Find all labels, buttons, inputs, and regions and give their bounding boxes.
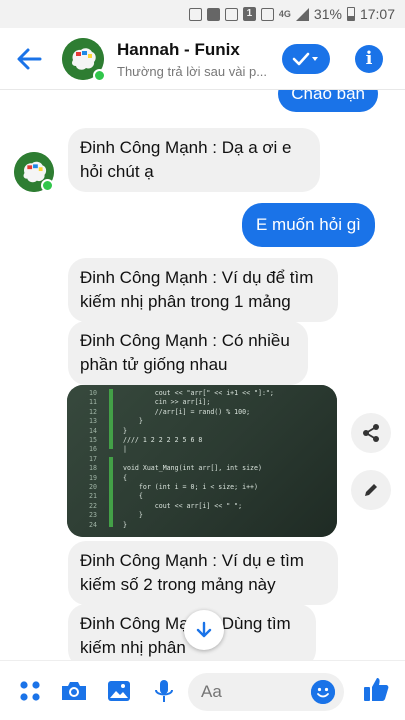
code-line-number: 23 [89,511,97,520]
share-button[interactable] [351,413,391,453]
check-dropdown-button[interactable] [282,44,330,74]
image-icon [108,681,130,701]
status-bar: 1 4G 31% 17:07 [0,0,405,28]
share-icon [363,424,379,442]
code-line-text: } [123,417,143,426]
code-line-number: 10 [89,389,97,397]
chat-header: Hannah - Funix Thường trả lời sau vài p.… [0,28,405,90]
code-line: 11 cin >> arr[i]; [89,398,274,407]
code-line: 21 { [89,492,274,501]
mute-icon [206,7,220,21]
thumbs-up-icon [364,678,389,701]
code-line-text: for (int i = 0; i < size; i++) [123,483,258,492]
code-line: 12 //arr[i] = rand() % 100; [89,408,274,417]
code-line: 22 cout << arr[i] << " "; [89,502,274,511]
code-line: 24} [89,521,274,530]
code-line-text: void Xuat_Mang(int arr[], int size) [123,464,262,473]
like-button[interactable] [362,675,390,703]
battery-percent: 31% [313,6,342,22]
message-outgoing[interactable]: Chào bạn [278,90,378,112]
more-actions-button[interactable] [16,677,44,705]
scroll-to-bottom-button[interactable] [184,610,224,650]
code-line: 17 [89,455,274,464]
code-line-text: //arr[i] = rand() % 100; [123,407,251,416]
camera-button[interactable] [60,677,88,705]
arrow-down-icon [196,621,212,638]
code-line-number: 21 [89,492,97,501]
contact-status: Thường trả lời sau vài p... [117,64,268,79]
online-status-dot [41,179,54,192]
emoji-button[interactable] [311,680,335,704]
code-lines: 10 cout << "arr[" << i+1 << "]:"; 11 cin … [89,389,274,530]
code-line: 14} [89,427,274,436]
code-line: 10 cout << "arr[" << i+1 << "]:"; [89,389,274,398]
code-line-text: { [123,492,143,501]
code-line: 18 void Xuat_Mang(int arr[], int size) [89,464,274,473]
battery-icon [346,7,355,21]
arrow-left-icon [17,48,42,70]
code-line: 23 } [89,511,274,520]
code-line-number: 22 [89,501,97,510]
code-line-number: 11 [89,398,97,407]
code-line-number: 20 [89,483,97,492]
checkmark-icon [292,52,318,66]
microphone-icon [155,680,173,702]
edit-button[interactable] [351,470,391,510]
code-line-number: 12 [89,407,97,416]
code-line-text: } [123,426,127,435]
code-line: 15 //// 1 2 2 2 2 5 6 8 [89,436,274,445]
clock: 17:07 [359,6,395,22]
code-line-number: 19 [89,473,97,482]
voice-button[interactable] [150,677,178,705]
code-line-number: 14 [89,426,97,435]
message-incoming[interactable]: Đinh Công Mạnh : Ví dụ e tìm kiếm số 2 t… [68,541,338,605]
code-line: 19 { [89,474,274,483]
code-line-number: 18 [89,464,97,473]
message-outgoing[interactable]: E muốn hỏi gì [242,203,375,247]
message-list[interactable]: Chào bạn Đinh Công Mạnh : Dạ a ơi e hỏi … [0,90,405,660]
code-line-text: } [123,520,127,529]
code-line-number: 16 [89,445,97,454]
code-screenshot-image[interactable]: 10 cout << "arr[" << i+1 << "]:"; 11 cin … [67,385,337,537]
code-line-number: 15 [89,436,97,445]
gallery-button[interactable] [105,677,133,705]
code-line-text: } [123,511,143,520]
composer-bar [0,660,405,720]
code-line-text: { [123,473,127,482]
notification-count-badge: 1 [242,7,256,21]
code-line-text: cin >> arr[i]; [123,398,211,407]
online-status-dot [93,69,106,82]
code-line-text: //// 1 2 2 2 2 5 6 8 [123,436,203,445]
code-line-text: cout << "arr[" << i+1 << "]:"; [123,389,274,397]
notification-icon [224,7,238,21]
camera-icon [62,682,86,700]
code-line: 20 for (int i = 0; i < size; i++) [89,483,274,492]
signal-icon [295,7,309,21]
message-incoming[interactable]: Đinh Công Mạnh : Ví dụ để tìm kiếm nhị p… [68,258,338,322]
smiley-icon [311,680,335,704]
message-incoming[interactable]: Đinh Công Mạnh : Dạ a ơi e hỏi chút ạ [68,128,320,192]
code-line-number: 24 [89,520,97,529]
code-line-number: 17 [89,454,97,463]
grid-dots-icon [20,681,40,701]
code-line-text: | [123,445,127,454]
info-icon[interactable]: i [355,45,383,73]
code-line: 16 | [89,445,274,454]
code-line: 13 } [89,417,274,426]
network-type: 4G [278,8,291,19]
image-notification-icon [188,7,202,21]
back-button[interactable] [12,42,46,76]
sim-icon [260,7,274,21]
code-line-number: 13 [89,417,97,426]
contact-name[interactable]: Hannah - Funix [117,40,240,60]
message-incoming[interactable]: Đinh Công Mạnh : Có nhiều phần tử giống … [68,321,308,385]
pencil-icon [365,484,377,496]
code-line-text: cout << arr[i] << " "; [123,501,243,510]
